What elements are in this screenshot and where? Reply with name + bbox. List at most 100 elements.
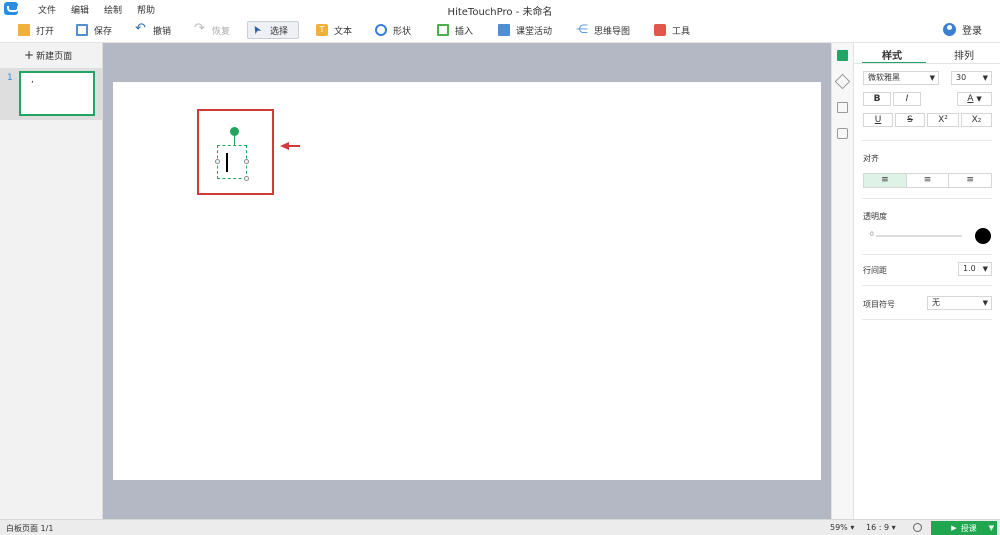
resize-handle-bottom-right[interactable]: [244, 176, 249, 181]
layer-icon[interactable]: [837, 102, 848, 113]
subscript-button[interactable]: X₂: [961, 113, 992, 127]
align-label: 对齐: [863, 154, 879, 163]
fullscreen-icon[interactable]: [913, 523, 922, 532]
font-family-select[interactable]: 微软雅黑 ▼: [863, 71, 939, 85]
select-label: 选择: [270, 26, 289, 37]
opacity-label: 透明度: [863, 212, 887, 221]
tab-arrange[interactable]: 排列: [954, 47, 974, 62]
redo-button[interactable]: 恢复: [190, 21, 234, 39]
plus-icon: +: [24, 48, 35, 62]
line-spacing-label: 行间距: [863, 266, 887, 275]
toolbox-icon: [654, 24, 666, 36]
bullet-select[interactable]: 无 ▼: [927, 296, 992, 310]
open-button[interactable]: 打开: [14, 21, 58, 39]
redo-label: 恢复: [212, 26, 231, 37]
chevron-down-icon: ▼: [982, 74, 988, 82]
fill-color-swatch[interactable]: [975, 228, 991, 244]
shape-button[interactable]: 形状: [371, 21, 415, 39]
class-activity-icon: [498, 24, 510, 36]
rotate-handle-stem: [234, 135, 235, 145]
undo-icon: [135, 21, 147, 36]
animation-icon[interactable]: [834, 73, 851, 90]
style-panel-icon[interactable]: [837, 50, 848, 61]
undo-button[interactable]: 撤销: [131, 21, 175, 39]
opacity-value: 0: [870, 231, 874, 238]
chevron-down-icon: ▼: [929, 74, 935, 82]
font-size-value: 30: [956, 73, 967, 82]
bullet-label: 项目符号: [863, 300, 895, 309]
properties-panel: 样式 排列 微软雅黑 ▼ 30 ▼ B I A ▼ U S X² X₂ 对齐 ≡…: [854, 43, 1000, 519]
divider: [862, 198, 992, 199]
mind-map-button[interactable]: 思维导图: [572, 21, 634, 39]
login-label: 登录: [962, 26, 982, 37]
line-spacing-value: 1.0: [963, 264, 976, 273]
insert-button[interactable]: 插入: [433, 21, 477, 39]
new-page-button[interactable]: + 新建页面: [24, 48, 72, 62]
status-bar: 白板页面 1/1 59% ▾ 16 : 9 ▾ ▶ 授课 ▼: [0, 519, 1000, 535]
save-label: 保存: [94, 26, 113, 37]
divider: [862, 319, 992, 320]
text-label: 文本: [334, 26, 353, 37]
insert-label: 插入: [455, 26, 474, 37]
cursor-arrow-icon: [252, 24, 264, 36]
canvas-area[interactable]: [103, 43, 831, 519]
annotation-arrow: [280, 142, 302, 150]
divider: [862, 285, 992, 286]
line-spacing-select[interactable]: 1.0 ▼: [958, 262, 992, 276]
zoom-select[interactable]: 59% ▾: [830, 523, 854, 532]
lock-icon[interactable]: [837, 128, 848, 139]
aspect-ratio-select[interactable]: 16 : 9 ▾: [866, 523, 896, 532]
login-button[interactable]: 登录: [943, 22, 982, 37]
superscript-button[interactable]: X²: [927, 113, 959, 127]
opacity-slider[interactable]: [876, 235, 962, 237]
chevron-down-icon: ▼: [976, 95, 982, 103]
chevron-down-icon: ▼: [982, 265, 988, 273]
text-caret: [226, 153, 228, 172]
align-center-button[interactable]: ≡: [907, 174, 950, 187]
zoom-value: 59%: [830, 523, 848, 532]
insert-image-icon: [437, 24, 449, 36]
underline-button[interactable]: U: [863, 113, 893, 127]
save-icon: [76, 24, 88, 36]
text-button[interactable]: T 文本: [312, 21, 356, 39]
tools-label: 工具: [672, 26, 691, 37]
props-tabs: 样式 排列: [854, 43, 1000, 64]
page-number: 1: [7, 73, 13, 83]
align-group: ≡ ≡ ≡: [863, 173, 992, 188]
lecture-label: 授课: [960, 523, 977, 533]
resize-handle-right[interactable]: [244, 159, 249, 164]
open-label: 打开: [36, 26, 55, 37]
mind-map-icon: [576, 22, 588, 36]
window-title: HiteTouchPro - 未命名: [447, 7, 553, 18]
bullet-value: 无: [932, 298, 940, 307]
bold-button[interactable]: B: [863, 92, 891, 106]
toolbar: 打开 保存 撤销 恢复 选择 T 文本 形状 插入 课堂活动 思维导图 工具: [0, 17, 1000, 43]
page-thumbnail[interactable]: ,: [19, 71, 95, 116]
align-right-button[interactable]: ≡: [949, 174, 991, 187]
whiteboard-page[interactable]: [113, 82, 821, 480]
chevron-down-icon: ▼: [982, 299, 988, 307]
highlight-box: [197, 109, 274, 195]
strikethrough-button[interactable]: S: [895, 113, 925, 127]
align-left-button[interactable]: ≡: [864, 174, 907, 187]
italic-button[interactable]: I: [893, 92, 921, 106]
select-button[interactable]: 选择: [247, 21, 299, 39]
resize-handle-left[interactable]: [215, 159, 220, 164]
folder-icon: [18, 24, 30, 36]
class-activity-label: 课堂活动: [516, 26, 553, 37]
save-button[interactable]: 保存: [72, 21, 116, 39]
lecture-button[interactable]: ▶ 授课 ▼: [931, 521, 997, 535]
play-icon: ▶: [951, 524, 957, 532]
text-box[interactable]: [215, 145, 249, 181]
tab-style[interactable]: 样式: [882, 47, 902, 62]
font-color-button[interactable]: A ▼: [957, 92, 992, 106]
class-activity-button[interactable]: 课堂活动: [494, 21, 556, 39]
page-thumbnail-row[interactable]: 1 ,: [0, 68, 102, 120]
shape-label: 形状: [393, 26, 412, 37]
font-size-select[interactable]: 30 ▼: [951, 71, 992, 85]
tools-button[interactable]: 工具: [650, 21, 694, 39]
shape-icon: [375, 24, 387, 36]
page-status: 白板页面 1/1: [6, 524, 54, 533]
thumbnail-content: ,: [31, 75, 34, 85]
text-icon: T: [316, 24, 328, 36]
